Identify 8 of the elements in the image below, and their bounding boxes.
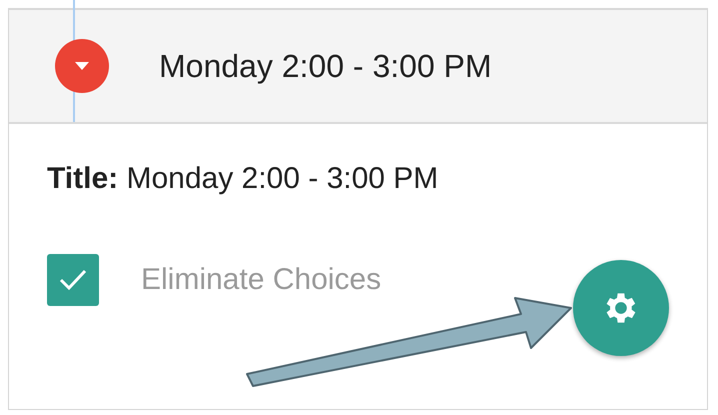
event-title: Monday 2:00 - 3:00 PM (159, 48, 492, 84)
caret-icon (74, 61, 90, 71)
title-text: Title: Monday 2:00 - 3:00 PM (47, 162, 440, 196)
settings-button[interactable] (573, 260, 669, 356)
check-icon (58, 268, 88, 292)
checkbox[interactable] (47, 254, 99, 306)
checkbox-label: Eliminate Choices (141, 263, 382, 297)
toggle-button[interactable] (55, 39, 109, 93)
